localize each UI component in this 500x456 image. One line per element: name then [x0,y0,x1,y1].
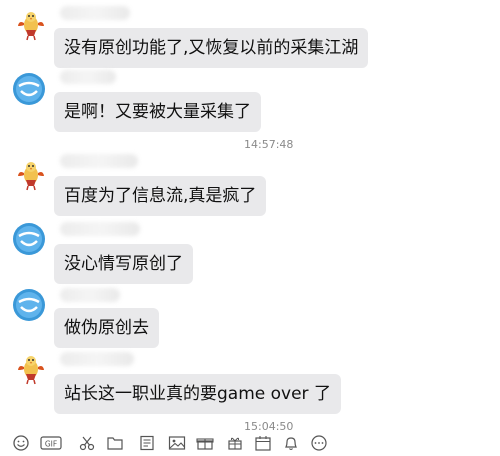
emoji-icon[interactable] [12,435,30,451]
message-timestamp: 15:04:50 [244,420,294,430]
contact-avatar-bird[interactable] [14,158,48,192]
bird-avatar-icon [18,12,44,41]
message-text: 站长这一职业真的要game over 了 [64,384,331,404]
sender-name-blurred [60,288,120,302]
message-bubble[interactable]: 做伪原创去 [54,308,159,348]
contact-avatar-face[interactable] [12,288,46,322]
chat-history: 没有原创功能了,又恢复以前的采集江湖 是啊！又要被大量采集了 14:57:48 … [0,0,500,430]
more-icon[interactable] [310,435,328,451]
folder-icon[interactable] [106,435,124,451]
face-avatar-icon [13,73,45,105]
contact-avatar-face[interactable] [12,222,46,256]
sender-name-blurred [60,222,140,236]
bird-avatar-icon [18,356,44,385]
contact-avatar-face[interactable] [12,72,46,106]
sender-name-blurred [60,6,130,20]
sender-name-blurred [60,70,116,84]
scissors-icon[interactable] [78,435,96,451]
sender-name-blurred [60,154,138,168]
face-avatar-icon [13,223,45,255]
message-text: 百度为了信息流,真是疯了 [64,186,257,206]
calendar-icon[interactable] [254,435,272,451]
gif-icon[interactable]: GIF [40,435,62,451]
message-text: 没心情写原创了 [64,254,183,274]
contact-avatar-bird[interactable] [14,352,48,386]
present-icon[interactable] [226,435,244,451]
bird-avatar-icon [18,162,44,191]
message-bubble[interactable]: 没心情写原创了 [54,244,193,284]
message-text: 做伪原创去 [64,318,149,338]
input-toolbar: GIF [0,430,500,456]
message-bubble[interactable]: 百度为了信息流,真是疯了 [54,176,267,216]
gift-box-icon[interactable] [196,435,214,451]
gif-label: GIF [45,440,57,449]
message-bubble[interactable]: 站长这一职业真的要game over 了 [54,374,341,414]
bell-icon[interactable] [282,435,300,451]
message-timestamp: 14:57:48 [244,138,294,151]
face-avatar-icon [13,289,45,321]
sender-name-blurred [60,352,134,366]
image-icon[interactable] [168,435,186,451]
contact-avatar-bird[interactable] [14,8,48,42]
message-text: 没有原创功能了,又恢复以前的采集江湖 [64,38,359,58]
message-bubble[interactable]: 没有原创功能了,又恢复以前的采集江湖 [54,28,369,68]
doc-icon[interactable] [138,435,156,451]
message-text: 是啊！又要被大量采集了 [64,102,251,122]
message-bubble[interactable]: 是啊！又要被大量采集了 [54,92,261,132]
